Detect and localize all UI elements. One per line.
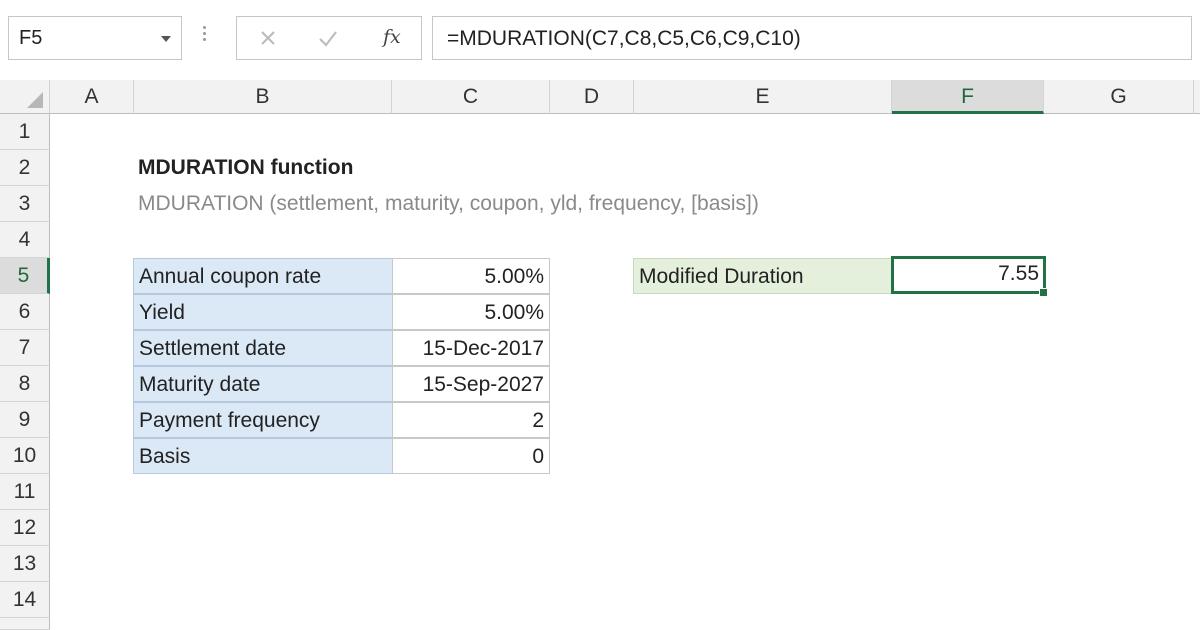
select-all-corner[interactable] bbox=[0, 80, 50, 114]
input-label-cell[interactable]: Maturity date bbox=[133, 366, 393, 402]
column-header-a[interactable]: A bbox=[50, 80, 134, 114]
input-value-cell[interactable]: 2 bbox=[392, 402, 550, 438]
input-label-cell[interactable]: Settlement date bbox=[133, 330, 393, 366]
formula-text: =MDURATION(C7,C8,C5,C6,C9,C10) bbox=[447, 27, 801, 50]
select-all-icon bbox=[27, 92, 43, 108]
column-header-g[interactable]: G bbox=[1044, 80, 1194, 114]
row-header-15[interactable] bbox=[0, 618, 50, 630]
row-header-2[interactable]: 2 bbox=[0, 150, 50, 186]
column-header-e[interactable]: E bbox=[634, 80, 892, 114]
column-header-f[interactable]: F bbox=[892, 80, 1044, 114]
row-header-12[interactable]: 12 bbox=[0, 510, 50, 546]
row-header-13[interactable]: 13 bbox=[0, 546, 50, 582]
column-header-h[interactable] bbox=[1194, 80, 1200, 114]
row-header-3[interactable]: 3 bbox=[0, 186, 50, 222]
fill-handle[interactable] bbox=[1039, 288, 1048, 297]
row-header-5[interactable]: 5 bbox=[0, 258, 50, 294]
input-label-cell[interactable]: Basis bbox=[133, 438, 393, 474]
input-label-cell[interactable]: Payment frequency bbox=[133, 402, 393, 438]
checkmark-icon[interactable] bbox=[313, 23, 343, 53]
sheet-title[interactable]: MDURATION function bbox=[138, 150, 353, 186]
column-header-b[interactable]: B bbox=[134, 80, 392, 114]
input-label-cell[interactable]: Yield bbox=[133, 294, 393, 330]
result-label-cell[interactable]: Modified Duration bbox=[633, 258, 893, 294]
column-header-c[interactable]: C bbox=[392, 80, 550, 114]
row-header-9[interactable]: 9 bbox=[0, 402, 50, 438]
name-box-value: F5 bbox=[19, 27, 43, 49]
input-value-cell[interactable]: 15-Sep-2027 bbox=[392, 366, 550, 402]
input-label-cell[interactable]: Annual coupon rate bbox=[133, 258, 393, 294]
drag-handle-icon[interactable] bbox=[203, 26, 206, 44]
row-header-1[interactable]: 1 bbox=[0, 114, 50, 150]
formula-buttons: fx bbox=[236, 16, 422, 60]
row-header-7[interactable]: 7 bbox=[0, 330, 50, 366]
input-value-cell[interactable]: 5.00% bbox=[392, 294, 550, 330]
row-header-14[interactable]: 14 bbox=[0, 582, 50, 618]
input-value-cell[interactable]: 0 bbox=[392, 438, 550, 474]
row-header-8[interactable]: 8 bbox=[0, 366, 50, 402]
name-box[interactable]: F5 bbox=[8, 16, 182, 60]
row-header-11[interactable]: 11 bbox=[0, 474, 50, 510]
input-value-cell[interactable]: 15-Dec-2017 bbox=[392, 330, 550, 366]
fx-icon[interactable]: fx bbox=[383, 26, 401, 48]
close-icon[interactable] bbox=[253, 23, 283, 53]
row-header-6[interactable]: 6 bbox=[0, 294, 50, 330]
active-cell-f5[interactable]: 7.55 bbox=[891, 256, 1046, 294]
formula-input[interactable]: =MDURATION(C7,C8,C5,C6,C9,C10) bbox=[432, 16, 1192, 60]
row-header-4[interactable]: 4 bbox=[0, 222, 50, 258]
input-value-cell[interactable]: 5.00% bbox=[392, 258, 550, 294]
chevron-down-icon[interactable] bbox=[161, 36, 171, 42]
column-header-d[interactable]: D bbox=[550, 80, 634, 114]
row-header-10[interactable]: 10 bbox=[0, 438, 50, 474]
formula-bar-area: F5 fx =MDURATION(C7,C8,C5,C6,C9,C10) bbox=[0, 0, 1200, 81]
syntax-text[interactable]: MDURATION (settlement, maturity, coupon,… bbox=[138, 186, 759, 222]
